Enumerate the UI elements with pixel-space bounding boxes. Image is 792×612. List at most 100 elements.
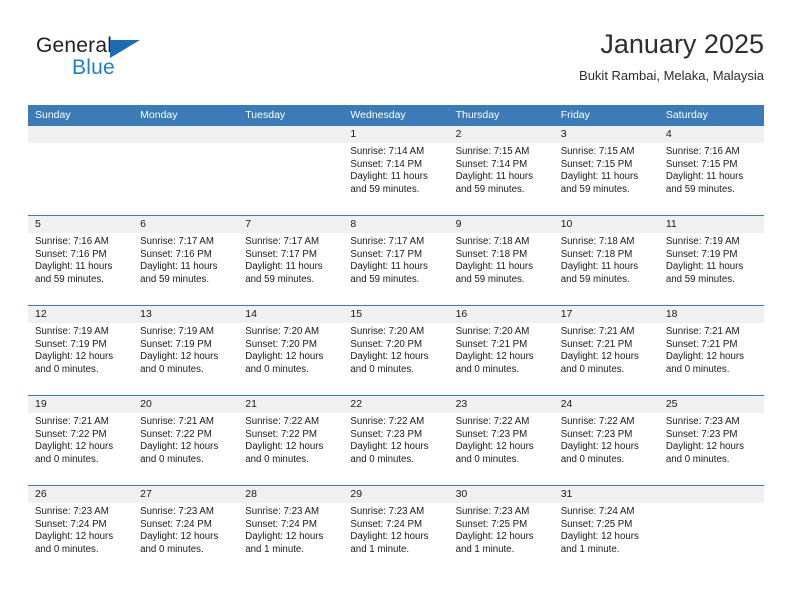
sunset-text: Sunset: 7:25 PM (560, 518, 633, 530)
day-number[interactable]: 19 (28, 396, 133, 413)
calendar-week-row: 19 20 21 22 23 24 25 Sunrise: 7:21 AM Sunset: 7:… (28, 395, 764, 485)
day-number[interactable]: 6 (133, 216, 238, 233)
day-cell[interactable]: Sunrise: 7:22 AM Sunset: 7:23 PM Daylight:… (449, 413, 554, 485)
day-cell-empty (659, 503, 764, 575)
day-cell[interactable]: Sunrise: 7:14 AM Sunset: 7:14 PM Daylight:… (343, 143, 448, 215)
day-number[interactable]: 8 (343, 216, 448, 233)
day-cell[interactable]: Sunrise: 7:15 AM Sunset: 7:14 PM Daylight:… (449, 143, 554, 215)
day-cell[interactable]: Sunrise: 7:23 AM Sunset: 7:24 PM Daylight:… (133, 503, 238, 575)
daylight-text: Daylight: 12 hours (560, 531, 639, 543)
day-cell[interactable]: Sunrise: 7:22 AM Sunset: 7:22 PM Daylight:… (238, 413, 343, 485)
day-cell[interactable]: Sunrise: 7:23 AM Sunset: 7:25 PM Daylight:… (449, 503, 554, 575)
day-number[interactable]: 15 (343, 306, 448, 323)
day-number[interactable]: 24 (554, 396, 659, 413)
day-cell[interactable]: Sunrise: 7:18 AM Sunset: 7:18 PM Daylight:… (554, 233, 659, 305)
day-cell[interactable]: Sunrise: 7:23 AM Sunset: 7:24 PM Daylight:… (238, 503, 343, 575)
day-number[interactable]: 10 (554, 216, 659, 233)
day-number[interactable]: 4 (659, 126, 764, 143)
day-cell[interactable]: Sunrise: 7:23 AM Sunset: 7:23 PM Daylight:… (659, 413, 764, 485)
day-cell[interactable]: Sunrise: 7:20 AM Sunset: 7:20 PM Daylight:… (238, 323, 343, 395)
day-cell[interactable]: Sunrise: 7:19 AM Sunset: 7:19 PM Daylight:… (28, 323, 133, 395)
day-number[interactable]: 2 (449, 126, 554, 143)
day-cell[interactable]: Sunrise: 7:17 AM Sunset: 7:16 PM Daylight:… (133, 233, 238, 305)
day-cell-empty (28, 143, 133, 215)
daylight-text: and 59 minutes. (35, 273, 104, 285)
day-number[interactable]: 21 (238, 396, 343, 413)
day-number[interactable]: 12 (28, 306, 133, 323)
day-number[interactable]: 23 (449, 396, 554, 413)
sunrise-text: Sunrise: 7:17 AM (245, 236, 320, 247)
calendar-page: General Blue January 2025 Bukit Rambai, … (0, 0, 792, 612)
sunrise-text: Sunrise: 7:20 AM (245, 326, 320, 337)
sunrise-text: Sunrise: 7:21 AM (665, 326, 740, 337)
day-cell[interactable]: Sunrise: 7:21 AM Sunset: 7:22 PM Daylight:… (28, 413, 133, 485)
week-day-number-band: 12 13 14 15 16 17 18 (28, 306, 764, 323)
weekday-header-wednesday: Wednesday (350, 109, 406, 121)
day-number[interactable]: 18 (659, 306, 764, 323)
day-cell[interactable]: Sunrise: 7:21 AM Sunset: 7:21 PM Daylight:… (554, 323, 659, 395)
day-number[interactable]: 1 (343, 126, 448, 143)
day-number[interactable]: 30 (449, 486, 554, 503)
daylight-text: and 59 minutes. (455, 183, 525, 195)
week-day-number-band: 26 27 28 29 30 31 (28, 486, 764, 503)
daylight-text: and 0 minutes. (245, 363, 309, 375)
day-cell[interactable]: Sunrise: 7:23 AM Sunset: 7:24 PM Daylight:… (28, 503, 133, 575)
daylight-text: Daylight: 12 hours (350, 441, 429, 453)
daylight-text: and 0 minutes. (665, 453, 730, 465)
day-number[interactable]: 14 (238, 306, 343, 323)
weekday-header-sunday: Sunday (35, 109, 71, 121)
week-day-number-band: 1234 (28, 126, 764, 143)
day-number[interactable]: 11 (659, 216, 764, 233)
daylight-text: Daylight: 12 hours (35, 351, 114, 363)
day-cell[interactable]: Sunrise: 7:24 AM Sunset: 7:25 PM Daylight:… (554, 503, 659, 575)
day-cell[interactable]: Sunrise: 7:16 AM Sunset: 7:15 PM Daylight:… (659, 143, 764, 215)
day-number[interactable]: 20 (133, 396, 238, 413)
sunset-text: Sunset: 7:19 PM (140, 338, 212, 350)
day-number[interactable]: 13 (133, 306, 238, 323)
day-cell[interactable]: Sunrise: 7:18 AM Sunset: 7:18 PM Daylight:… (449, 233, 554, 305)
day-number[interactable]: 29 (343, 486, 448, 503)
day-cell[interactable]: Sunrise: 7:17 AM Sunset: 7:17 PM Daylight:… (343, 233, 448, 305)
day-number[interactable]: 31 (554, 486, 659, 503)
day-cell[interactable]: Sunrise: 7:17 AM Sunset: 7:17 PM Daylight:… (238, 233, 343, 305)
sunset-text: Sunset: 7:20 PM (350, 338, 423, 350)
page-header: General Blue January 2025 Bukit Rambai, … (28, 28, 764, 92)
day-cell[interactable]: Sunrise: 7:21 AM Sunset: 7:21 PM Daylight:… (659, 323, 764, 395)
day-number[interactable]: 9 (449, 216, 554, 233)
day-cell[interactable]: Sunrise: 7:20 AM Sunset: 7:21 PM Daylight:… (449, 323, 554, 395)
sunset-text: Sunset: 7:21 PM (455, 338, 528, 350)
day-cell[interactable]: Sunrise: 7:22 AM Sunset: 7:23 PM Daylight:… (554, 413, 659, 485)
day-cell[interactable]: Sunrise: 7:23 AM Sunset: 7:24 PM Daylight:… (343, 503, 448, 575)
daylight-text: and 0 minutes. (140, 453, 204, 465)
day-number[interactable]: 22 (343, 396, 448, 413)
daylight-text: and 59 minutes. (350, 273, 420, 285)
daylight-text: Daylight: 12 hours (665, 441, 744, 453)
day-number[interactable]: 5 (28, 216, 133, 233)
day-number[interactable]: 16 (449, 306, 554, 323)
day-cell[interactable]: Sunrise: 7:19 AM Sunset: 7:19 PM Daylight:… (133, 323, 238, 395)
day-number[interactable]: 28 (238, 486, 343, 503)
day-number[interactable]: 27 (133, 486, 238, 503)
daylight-text: Daylight: 12 hours (245, 531, 324, 543)
day-number[interactable]: 7 (238, 216, 343, 233)
day-number[interactable]: 25 (659, 396, 764, 413)
day-number[interactable]: 26 (28, 486, 133, 503)
day-cell[interactable]: Sunrise: 7:19 AM Sunset: 7:19 PM Daylight:… (659, 233, 764, 305)
day-cell[interactable]: Sunrise: 7:15 AM Sunset: 7:15 PM Daylight:… (554, 143, 659, 215)
day-cell[interactable]: Sunrise: 7:22 AM Sunset: 7:23 PM Daylight:… (343, 413, 448, 485)
day-cell[interactable]: Sunrise: 7:21 AM Sunset: 7:22 PM Daylight:… (133, 413, 238, 485)
day-cell[interactable]: Sunrise: 7:20 AM Sunset: 7:20 PM Daylight:… (343, 323, 448, 395)
week-day-content-band: Sunrise: 7:19 AM Sunset: 7:19 PM Daylight:… (28, 323, 764, 395)
general-blue-logo[interactable]: General Blue (36, 34, 236, 90)
day-number[interactable]: 17 (554, 306, 659, 323)
daylight-text: Daylight: 12 hours (140, 531, 219, 543)
day-cell[interactable]: Sunrise: 7:16 AM Sunset: 7:16 PM Daylight:… (28, 233, 133, 305)
week-day-content-band: Sunrise: 7:14 AM Sunset: 7:14 PM Daylight:… (28, 143, 764, 215)
sunrise-text: Sunrise: 7:22 AM (245, 416, 320, 427)
daylight-text: and 59 minutes. (665, 183, 735, 195)
week-day-content-band: Sunrise: 7:16 AM Sunset: 7:16 PM Daylight:… (28, 233, 764, 305)
daylight-text: Daylight: 12 hours (140, 351, 219, 363)
weekday-header-friday: Friday (560, 109, 590, 121)
sunset-text: Sunset: 7:21 PM (665, 338, 738, 350)
day-number[interactable]: 3 (554, 126, 659, 143)
